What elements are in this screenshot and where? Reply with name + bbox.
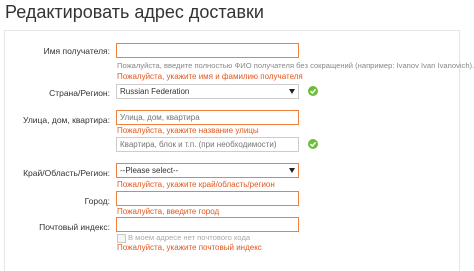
no-postal-code-label: В моем адресе нет почтового кода [128,233,251,242]
street-label: Улица, дом, квартира: [23,115,110,125]
street-input[interactable] [116,110,299,125]
postal-code-error: Пожалуйста, укажите почтовый индекс [117,243,262,252]
apartment-input[interactable] [116,137,299,152]
triangle-down-icon [289,168,295,173]
country-select[interactable]: Russian Federation [116,84,299,99]
region-error: Пожалуйста, укажите край/область/регион [117,180,275,189]
street-error: Пожалуйста, укажите название улицы [117,126,259,135]
region-label: Край/Область/Регион: [23,168,110,178]
region-selected-value: --Please select-- [120,166,179,175]
recipient-name-input[interactable] [116,43,299,58]
city-input[interactable] [116,191,299,206]
recipient-name-hint: Пожалуйста, введите полностью ФИО получа… [117,61,474,70]
postal-code-label: Почтовый индекс: [39,222,110,232]
no-postal-code-checkbox[interactable] [117,234,126,243]
recipient-name-label: Имя получателя: [43,46,110,56]
region-select[interactable]: --Please select-- [116,163,299,178]
country-selected-value: Russian Federation [120,87,190,96]
check-circle-icon [308,86,318,96]
triangle-down-icon [289,89,295,94]
city-label: Город: [84,196,110,206]
recipient-name-error: Пожалуйста, укажите имя и фамилию получа… [117,72,303,81]
city-error: Пожалуйста, введите город [117,207,220,216]
country-label: Страна/Регион: [49,88,110,98]
page-title: Редактировать адрес доставки [5,2,264,22]
postal-code-input[interactable] [116,217,299,232]
check-circle-icon [308,139,318,149]
